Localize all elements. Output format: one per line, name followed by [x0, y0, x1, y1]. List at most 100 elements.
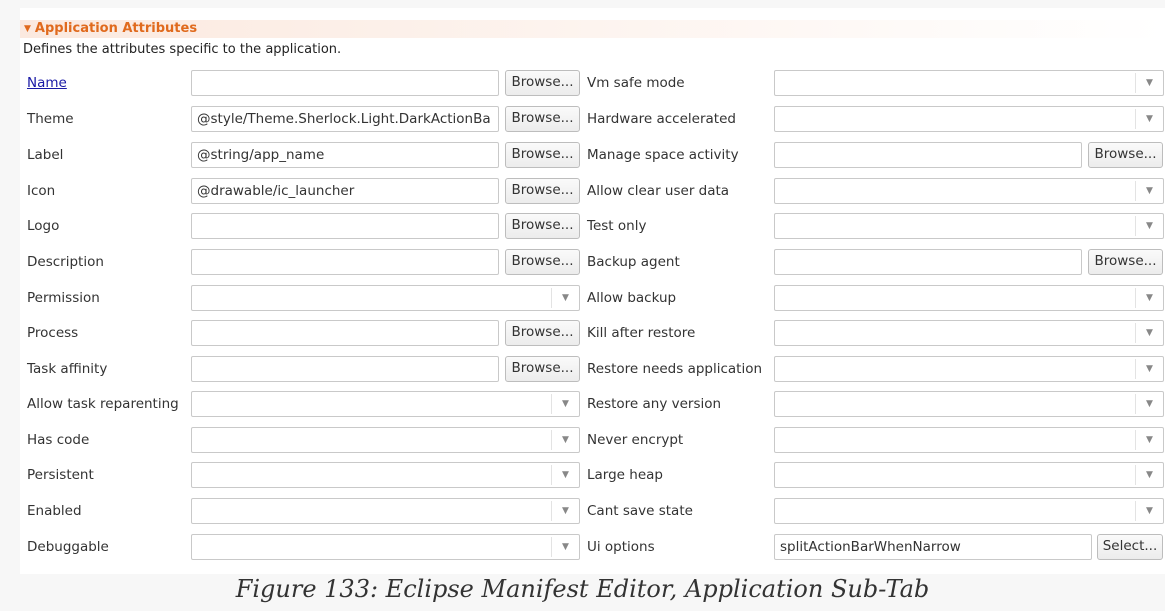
row-debuggable: Debuggable ▼ Ui options splitActionBarWh…: [20, 529, 1165, 565]
ui-options-label: Ui options: [587, 539, 655, 555]
restore-any-version-combo[interactable]: ▼: [774, 391, 1164, 417]
row-process: Process Browse... Kill after restore ▼: [20, 315, 1165, 351]
application-attributes-panel: ▼ Application Attributes Defines the attr…: [20, 8, 1165, 574]
chevron-down-icon[interactable]: ▼: [551, 537, 579, 557]
vm-safe-mode-combo[interactable]: ▼: [774, 70, 1164, 96]
row-description: Description Browse... Backup agent Brows…: [20, 244, 1165, 280]
chevron-down-icon[interactable]: ▼: [1135, 288, 1163, 308]
row-allow-task-reparenting: Allow task reparenting ▼ Restore any ver…: [20, 386, 1165, 422]
ui-options-select-button[interactable]: Select...: [1097, 534, 1163, 560]
debuggable-combo[interactable]: ▼: [191, 534, 580, 560]
row-logo: Logo Browse... Test only ▼: [20, 208, 1165, 244]
chevron-down-icon[interactable]: ▼: [1135, 73, 1163, 93]
name-field[interactable]: [191, 70, 499, 96]
section-description: Defines the attributes specific to the a…: [23, 42, 342, 57]
persistent-label: Persistent: [27, 467, 94, 483]
logo-label: Logo: [27, 218, 60, 234]
has-code-label: Has code: [27, 432, 90, 448]
manage-space-activity-browse-button[interactable]: Browse...: [1088, 142, 1163, 168]
chevron-down-icon[interactable]: ▼: [551, 430, 579, 450]
label-browse-button[interactable]: Browse...: [505, 142, 580, 168]
has-code-combo[interactable]: ▼: [191, 427, 580, 453]
process-label: Process: [27, 325, 79, 341]
icon-label: Icon: [27, 183, 56, 199]
description-label: Description: [27, 254, 104, 270]
row-persistent: Persistent ▼ Large heap ▼: [20, 457, 1165, 493]
persistent-combo[interactable]: ▼: [191, 462, 580, 488]
chevron-down-icon[interactable]: ▼: [1135, 323, 1163, 343]
chevron-down-icon[interactable]: ▼: [1135, 109, 1163, 129]
name-link[interactable]: Name: [27, 75, 67, 91]
task-affinity-browse-button[interactable]: Browse...: [505, 356, 580, 382]
hardware-accelerated-label: Hardware accelerated: [587, 111, 736, 127]
logo-field[interactable]: [191, 213, 499, 239]
row-has-code: Has code ▼ Never encrypt ▼: [20, 422, 1165, 458]
task-affinity-label: Task affinity: [27, 361, 108, 377]
test-only-combo[interactable]: ▼: [774, 213, 1164, 239]
kill-after-restore-label: Kill after restore: [587, 325, 696, 341]
chevron-down-icon[interactable]: ▼: [551, 501, 579, 521]
icon-browse-button[interactable]: Browse...: [505, 178, 580, 204]
row-enabled: Enabled ▼ Cant save state ▼: [20, 493, 1165, 529]
chevron-down-icon[interactable]: ▼: [1135, 501, 1163, 521]
never-encrypt-combo[interactable]: ▼: [774, 427, 1164, 453]
theme-browse-button[interactable]: Browse...: [505, 106, 580, 132]
debuggable-label: Debuggable: [27, 539, 109, 555]
task-affinity-field[interactable]: [191, 356, 499, 382]
chevron-down-icon[interactable]: ▼: [1135, 216, 1163, 236]
test-only-label: Test only: [587, 218, 647, 234]
cant-save-state-combo[interactable]: ▼: [774, 498, 1164, 524]
permission-label: Permission: [27, 290, 100, 306]
description-browse-button[interactable]: Browse...: [505, 249, 580, 275]
process-field[interactable]: [191, 320, 499, 346]
logo-browse-button[interactable]: Browse...: [505, 213, 580, 239]
icon-field[interactable]: @drawable/ic_launcher: [191, 178, 499, 204]
chevron-down-icon[interactable]: ▼: [1135, 394, 1163, 414]
restore-any-version-label: Restore any version: [587, 396, 722, 412]
allow-backup-combo[interactable]: ▼: [774, 285, 1164, 311]
chevron-down-icon[interactable]: ▼: [551, 394, 579, 414]
theme-field[interactable]: @style/Theme.Sherlock.Light.DarkActionBa: [191, 106, 499, 132]
vm-safe-mode-label: Vm safe mode: [587, 75, 685, 91]
chevron-down-icon[interactable]: ▼: [1135, 430, 1163, 450]
process-browse-button[interactable]: Browse...: [505, 320, 580, 346]
ui-options-field[interactable]: splitActionBarWhenNarrow: [774, 534, 1092, 560]
allow-clear-user-data-combo[interactable]: ▼: [774, 178, 1164, 204]
section-title-text: Application Attributes: [34, 21, 198, 36]
restore-needs-application-combo[interactable]: ▼: [774, 356, 1164, 382]
theme-label: Theme: [27, 111, 74, 127]
row-label: Label @string/app_name Browse... Manage …: [20, 137, 1165, 173]
chevron-down-icon[interactable]: ▼: [551, 288, 579, 308]
large-heap-label: Large heap: [587, 467, 663, 483]
chevron-down-icon[interactable]: ▼: [1135, 359, 1163, 379]
name-browse-button[interactable]: Browse...: [505, 70, 580, 96]
hardware-accelerated-combo[interactable]: ▼: [774, 106, 1164, 132]
description-field[interactable]: [191, 249, 499, 275]
cant-save-state-label: Cant save state: [587, 503, 693, 519]
row-permission: Permission ▼ Allow backup ▼: [20, 280, 1165, 316]
chevron-down-icon[interactable]: ▼: [551, 465, 579, 485]
manage-space-activity-label: Manage space activity: [587, 147, 739, 163]
allow-clear-user-data-label: Allow clear user data: [587, 183, 730, 199]
permission-combo[interactable]: ▼: [191, 285, 580, 311]
collapse-triangle-icon[interactable]: ▼: [24, 24, 31, 34]
manage-space-activity-field[interactable]: [774, 142, 1082, 168]
chevron-down-icon[interactable]: ▼: [1135, 465, 1163, 485]
row-task-affinity: Task affinity Browse... Restore needs ap…: [20, 351, 1165, 387]
enabled-label: Enabled: [27, 503, 82, 519]
label-field[interactable]: @string/app_name: [191, 142, 499, 168]
large-heap-combo[interactable]: ▼: [774, 462, 1164, 488]
row-theme: Theme @style/Theme.Sherlock.Light.DarkAc…: [20, 101, 1165, 137]
restore-needs-application-label: Restore needs application: [587, 361, 763, 377]
backup-agent-field[interactable]: [774, 249, 1082, 275]
allow-task-reparenting-combo[interactable]: ▼: [191, 391, 580, 417]
row-name: Name Browse... Vm safe mode ▼: [20, 65, 1165, 101]
chevron-down-icon[interactable]: ▼: [1135, 181, 1163, 201]
never-encrypt-label: Never encrypt: [587, 432, 684, 448]
allow-task-reparenting-label: Allow task reparenting: [27, 396, 179, 412]
section-title[interactable]: ▼ Application Attributes: [24, 21, 197, 36]
kill-after-restore-combo[interactable]: ▼: [774, 320, 1164, 346]
enabled-combo[interactable]: ▼: [191, 498, 580, 524]
allow-backup-label: Allow backup: [587, 290, 677, 306]
backup-agent-browse-button[interactable]: Browse...: [1088, 249, 1163, 275]
